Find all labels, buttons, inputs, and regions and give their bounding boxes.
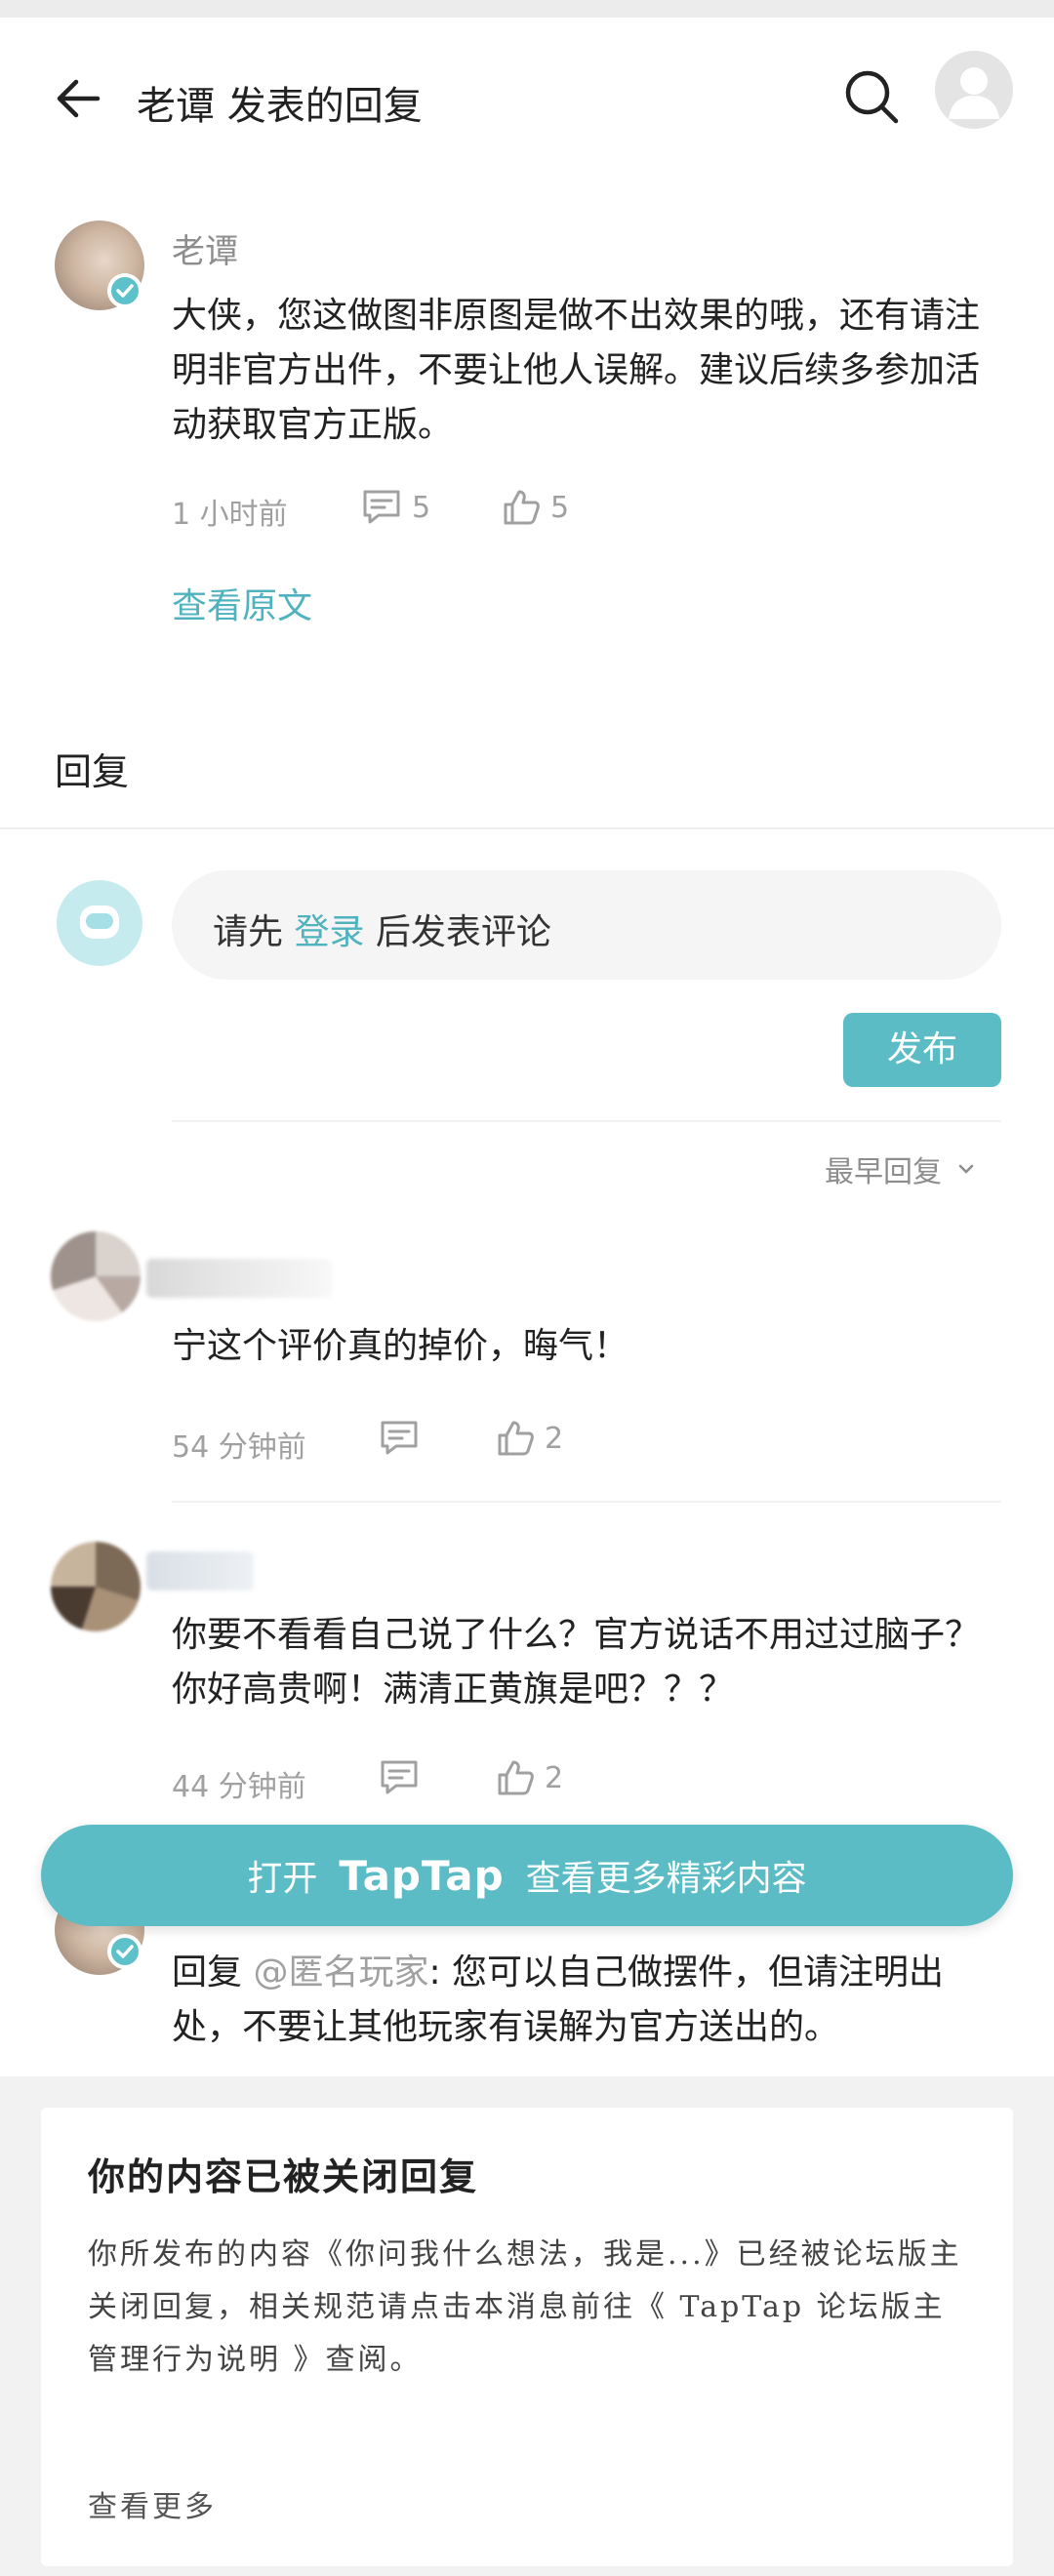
open-app-banner[interactable]: 打开 TapTap 查看更多精彩内容 — [41, 1825, 1013, 1926]
reply-text: 你要不看看自己说了什么？官方说话不用过过脑子？你好高贵啊！满清正黄旗是吧？？？ — [172, 1615, 981, 1710]
search-button[interactable] — [837, 62, 906, 131]
thumbs-up-icon — [498, 1421, 534, 1456]
reply-username[interactable] — [146, 1259, 332, 1298]
author-name[interactable]: 老谭 — [172, 224, 238, 272]
comment-time: 1 小时前 — [172, 498, 288, 532]
reply-divider — [172, 1501, 1001, 1503]
reply-avatar[interactable] — [51, 1231, 141, 1321]
user-avatar-button[interactable] — [935, 51, 1013, 129]
like-count: 5 — [550, 490, 570, 525]
like-button[interactable]: 5 — [502, 488, 569, 527]
replies-heading: 回复 — [55, 750, 130, 793]
banner-prefix: 打开 — [247, 1859, 318, 1899]
host-reply-text: 回复 @匿名玩家: 您可以自己做摆件，但请注明出处，不要让其他玩家有误解为官方送… — [172, 1946, 1001, 2055]
thumbs-up-icon — [498, 1760, 534, 1795]
comment-icon — [381, 1760, 418, 1794]
reply-like-count: 2 — [545, 1760, 564, 1795]
banner-suffix: 查看更多精彩内容 — [525, 1859, 807, 1899]
sort-dropdown[interactable]: 最早回复 — [825, 1147, 977, 1190]
notice-body: 你所发布的内容《你问我什么想法，我是...》已经被论坛版主关闭回复，相关规范请点… — [88, 2237, 962, 2377]
reply-like-count: 2 — [545, 1421, 564, 1456]
login-suffix: 后发表评论 — [364, 912, 551, 952]
reply-like-button[interactable]: 2 — [496, 1758, 563, 1797]
reply-username[interactable] — [146, 1551, 254, 1590]
host-reply-prefix: 回复 — [172, 1952, 254, 1992]
comment-count-button[interactable]: 5 — [361, 488, 430, 527]
reply-avatar[interactable] — [51, 1542, 141, 1631]
verified-badge-icon — [107, 1934, 142, 1969]
top-bar: 老谭 发表的回复 — [0, 18, 1054, 154]
verified-badge-icon — [107, 273, 142, 308]
notice-card[interactable]: 你的内容已被关闭回复 你所发布的内容《你问我什么想法，我是...》已经被论坛版主… — [41, 2108, 1013, 2566]
section-divider — [0, 827, 1054, 829]
search-icon — [845, 70, 899, 124]
comment-text: 大侠，您这做图非原图是做不出效果的哦，还有请注明非官方出件，不要让他人误解。建议… — [172, 296, 981, 445]
status-strip — [0, 0, 1054, 18]
notice-more-link[interactable]: 查看更多 — [88, 2482, 217, 2525]
reply-comment-button[interactable] — [379, 1419, 420, 1458]
view-original-link[interactable]: 查看原文 — [172, 578, 312, 628]
back-arrow-icon — [57, 79, 101, 118]
login-link[interactable]: 登录 — [294, 912, 364, 952]
user-avatar-icon — [949, 67, 999, 119]
reply-comment-button[interactable] — [379, 1758, 420, 1797]
comment-icon — [381, 1421, 418, 1455]
publish-button[interactable]: 发布 — [843, 1013, 1001, 1087]
sort-label: 最早回复 — [825, 1155, 942, 1189]
back-button[interactable] — [47, 64, 115, 133]
mention-link[interactable]: @匿名玩家 — [253, 1952, 428, 1992]
chevron-down-icon — [958, 1164, 974, 1174]
notice-title: 你的内容已被关闭回复 — [88, 2154, 479, 2198]
comment-count: 5 — [412, 490, 431, 525]
guest-avatar — [57, 880, 142, 966]
input-divider — [172, 1120, 1001, 1122]
reply-text: 宁这个评价真的掉价，晦气！ — [172, 1326, 629, 1366]
comment-icon — [363, 490, 400, 524]
comment-input[interactable]: 请先 登录 后发表评论 — [172, 870, 1001, 980]
reply-like-button[interactable]: 2 — [496, 1419, 563, 1458]
taptap-logo: TapTap — [339, 1851, 505, 1900]
login-prefix: 请先 — [213, 912, 295, 952]
reply-time: 44 分钟前 — [172, 1770, 306, 1804]
reply-time: 54 分钟前 — [172, 1430, 306, 1465]
thumbs-up-icon — [504, 490, 540, 525]
page-title: 老谭 发表的回复 — [137, 84, 423, 129]
